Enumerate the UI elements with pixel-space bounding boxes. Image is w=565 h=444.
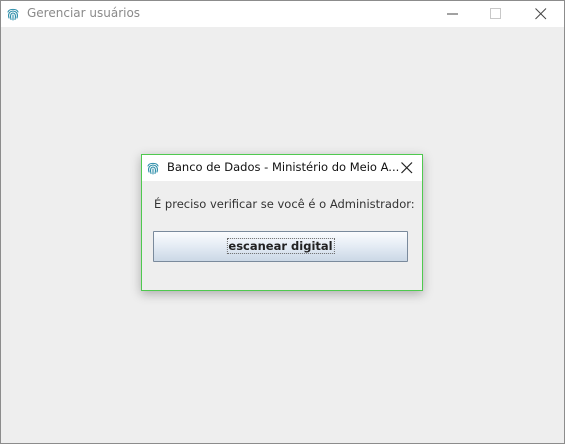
- close-button[interactable]: [518, 1, 564, 27]
- maximize-icon: [490, 8, 501, 19]
- maximize-button[interactable]: [473, 1, 519, 27]
- minimize-icon: [447, 13, 458, 15]
- dialog-titlebar[interactable]: Banco de Dados - Ministério do Meio A...: [142, 155, 422, 181]
- dialog-message: É preciso verificar se você é o Administ…: [154, 197, 415, 211]
- dialog-close-button[interactable]: [392, 155, 422, 181]
- minimize-button[interactable]: [430, 1, 476, 27]
- close-icon: [535, 8, 547, 20]
- fingerprint-icon: [6, 6, 20, 21]
- dialog-title: Banco de Dados - Ministério do Meio A...: [167, 160, 400, 174]
- main-titlebar[interactable]: Gerenciar usuários: [1, 1, 564, 27]
- verify-admin-dialog: Banco de Dados - Ministério do Meio A...…: [141, 154, 423, 291]
- window-title: Gerenciar usuários: [27, 6, 141, 20]
- scan-fingerprint-button[interactable]: escanear digital: [153, 231, 408, 262]
- fingerprint-icon: [146, 160, 160, 175]
- close-icon: [401, 162, 413, 174]
- scan-button-label: escanear digital: [226, 238, 335, 254]
